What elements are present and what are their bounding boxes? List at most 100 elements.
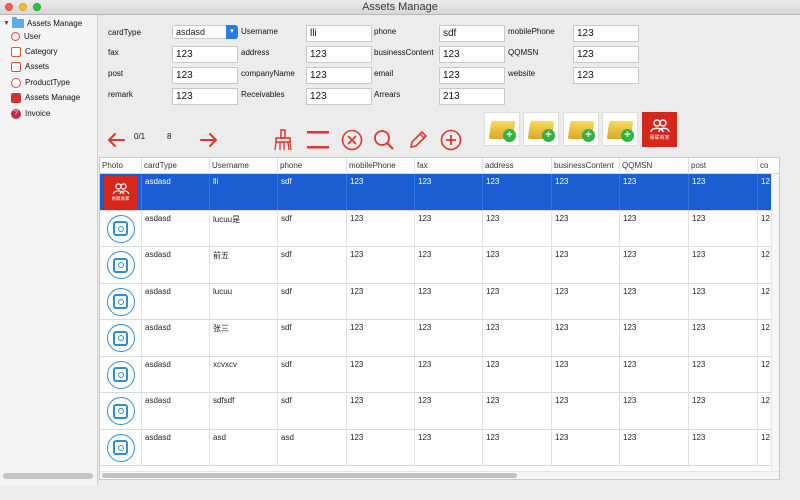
pencil-icon <box>409 130 428 149</box>
column-header-businesscontent[interactable]: businessContent <box>552 158 620 174</box>
qqmsn-field[interactable]: 123 <box>573 46 639 63</box>
sidebar-item-producttype[interactable]: ProductType <box>11 76 70 89</box>
cell-post: 123 <box>689 320 758 356</box>
add-folder-button-3[interactable]: + <box>563 112 599 146</box>
table-row[interactable]: asdasd 张三 sdf 123 123 123 123 123 123 12 <box>100 320 779 357</box>
cell-fax: 123 <box>415 393 483 429</box>
horizontal-scrollbar[interactable] <box>100 471 779 479</box>
photo-cell: 易联商家 <box>100 174 142 210</box>
cell-username: asd <box>210 429 278 466</box>
post-label: post <box>108 69 124 78</box>
cell-address: 123 <box>483 174 552 210</box>
cell-phone: sdf <box>278 174 347 210</box>
search-button[interactable] <box>372 128 396 152</box>
website-field[interactable]: 123 <box>573 67 639 84</box>
sidebar-root-label: Assets Manage <box>27 18 83 28</box>
cell-username: lucuu <box>210 283 278 320</box>
horizontal-scrollbar-thumb[interactable] <box>102 473 517 478</box>
arrears-label: Arrears <box>374 90 401 99</box>
companyname-field[interactable]: 123 <box>306 67 372 84</box>
email-field[interactable]: 123 <box>439 67 505 84</box>
cell-mobilephone: 123 <box>347 429 415 466</box>
table-row[interactable]: asdasd sdfsdf sdf 123 123 123 123 123 123 12 <box>100 393 779 430</box>
post-field[interactable]: 123 <box>172 67 238 84</box>
cancel-button[interactable] <box>340 128 364 152</box>
sidebar-root-item[interactable]: ▼ Assets Manage <box>3 16 82 30</box>
sidebar-item-category[interactable]: Category <box>11 45 57 58</box>
table-row[interactable]: asdasd xcvxcv sdf 123 123 123 123 123 123 12 <box>100 356 779 393</box>
cell-qqmsn: 123 <box>620 320 689 356</box>
next-page-button[interactable] <box>199 130 219 150</box>
cell-post: 123 <box>689 429 758 466</box>
cell-cardtype: asdasd <box>142 393 210 429</box>
arrow-left-icon <box>107 133 125 147</box>
edit-button[interactable] <box>406 128 430 152</box>
plus-icon: + <box>542 129 555 142</box>
cell-businesscontent: 123 <box>552 393 620 429</box>
add-folder-button-1[interactable]: + <box>484 112 520 146</box>
column-header-phone[interactable]: phone <box>278 158 347 174</box>
cardtype-select[interactable]: asdasd ▾ <box>172 25 238 39</box>
cell-address: 123 <box>483 356 552 393</box>
cell-mobilephone: 123 <box>347 210 415 247</box>
remark-field[interactable]: 123 <box>172 88 238 105</box>
camera-icon <box>106 433 135 462</box>
sidebar-item-assets[interactable]: Assets <box>11 60 49 73</box>
add-folder-button-2[interactable]: + <box>523 112 559 146</box>
businesscontent-field[interactable]: 123 <box>439 46 505 63</box>
cell-qqmsn: 123 <box>620 429 689 466</box>
disclosure-triangle-icon[interactable]: ▼ <box>3 20 12 27</box>
cell-qqmsn: 123 <box>620 174 689 210</box>
address-field[interactable]: 123 <box>306 46 372 63</box>
cell-post: 123 <box>689 247 758 283</box>
cell-cardtype: asdasd <box>142 247 210 283</box>
mobilephone-field[interactable]: 123 <box>573 25 639 42</box>
table-row[interactable]: 易联商家 asdasd lli sdf 123 123 123 123 123 123 12 <box>100 174 779 211</box>
clear-button[interactable] <box>272 128 294 152</box>
chevron-down-icon[interactable]: ▾ <box>226 25 238 39</box>
cell-businesscontent: 123 <box>552 283 620 320</box>
add-folder-button-4[interactable]: + <box>602 112 638 146</box>
delete-button[interactable] <box>306 128 330 152</box>
cell-phone: sdf <box>278 210 347 247</box>
column-header-username[interactable]: Username <box>210 158 278 174</box>
add-button[interactable] <box>439 128 463 152</box>
phone-field[interactable]: sdf <box>439 25 505 42</box>
column-header-mobilephone[interactable]: mobilePhone <box>347 158 415 174</box>
fax-field[interactable]: 123 <box>172 46 238 63</box>
column-header-post[interactable]: post <box>689 158 758 174</box>
camera-icon <box>106 287 135 316</box>
merchant-logo-button[interactable]: 易联商家 <box>642 112 677 147</box>
sidebar-item-invoice[interactable]: ? Invoice <box>11 107 50 120</box>
cell-post: 123 <box>689 283 758 320</box>
column-header-company[interactable]: co <box>758 158 779 174</box>
table-row[interactable]: asdasd lucuu sdf 123 123 123 123 123 123 12 <box>100 283 779 320</box>
username-field[interactable]: lli <box>306 25 372 42</box>
column-header-cardtype[interactable]: cardType <box>142 158 210 174</box>
receivables-field[interactable]: 123 <box>306 88 372 105</box>
phone-label: phone <box>374 27 397 36</box>
column-header-address[interactable]: address <box>483 158 552 174</box>
vertical-scrollbar[interactable] <box>771 174 779 474</box>
sidebar-scrollbar[interactable] <box>3 473 93 479</box>
table-row[interactable]: asdasd asd asd 123 123 123 123 123 123 12 <box>100 429 779 466</box>
photo-cell <box>100 393 142 429</box>
sidebar-item-user[interactable]: User <box>11 30 41 43</box>
cell-address: 123 <box>483 247 552 283</box>
column-header-photo[interactable]: Photo <box>100 158 142 174</box>
broom-icon <box>274 129 292 151</box>
camera-icon <box>106 214 135 243</box>
column-header-qqmsn[interactable]: QQMSN <box>620 158 689 174</box>
table-row[interactable]: asdasd lucuu是 sdf 123 123 123 123 123 123 12 <box>100 210 779 247</box>
prev-page-button[interactable] <box>106 130 126 150</box>
table-row[interactable]: asdasd 前五 sdf 123 123 123 123 123 123 12 <box>100 247 779 284</box>
cell-phone: sdf <box>278 393 347 429</box>
column-header-fax[interactable]: fax <box>415 158 483 174</box>
page-indicator: 0/1 <box>134 132 146 141</box>
sidebar-item-assets-manage[interactable]: Assets Manage <box>11 91 80 104</box>
arrears-field[interactable]: 213 <box>439 88 505 105</box>
cell-fax: 123 <box>415 356 483 393</box>
sidebar-item-label: Invoice <box>25 109 51 118</box>
cell-username: lucuu是 <box>210 210 278 247</box>
camera-icon <box>106 360 135 389</box>
